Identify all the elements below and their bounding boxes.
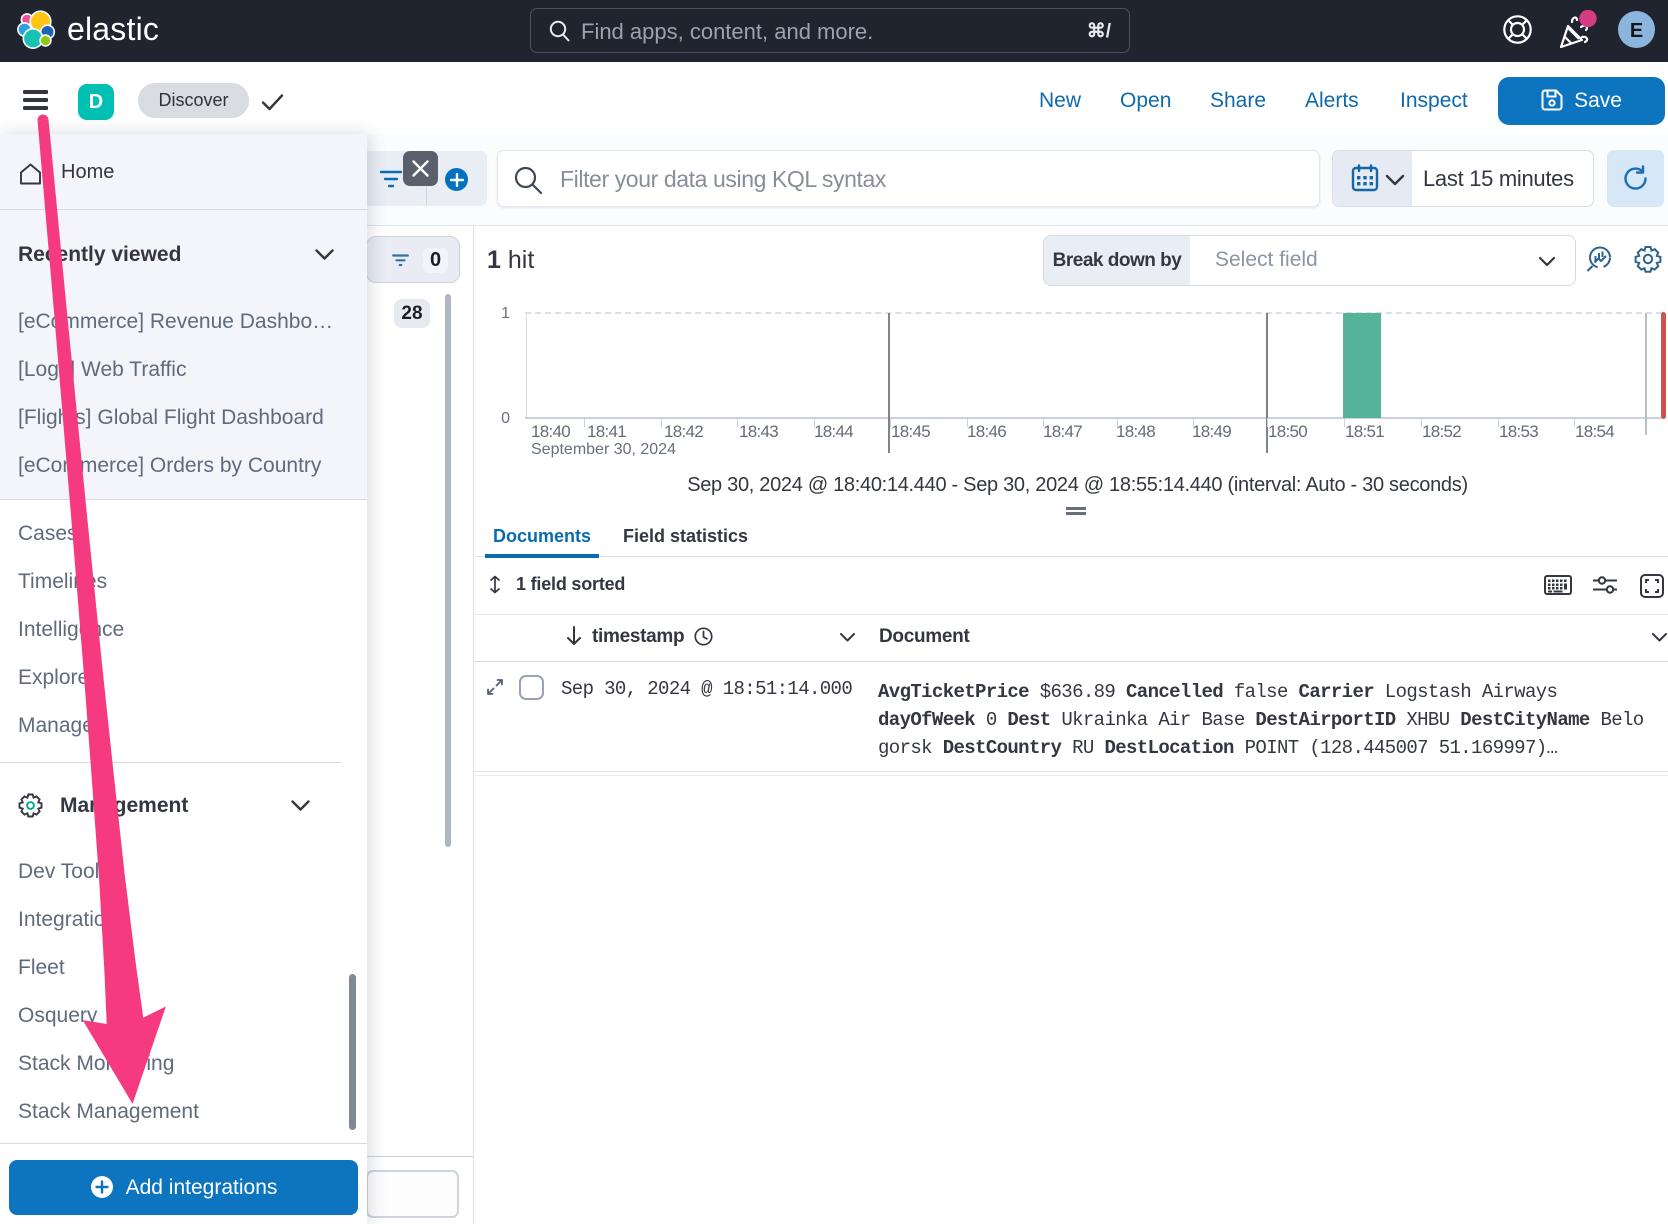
svg-text:E: E [1630, 20, 1643, 42]
